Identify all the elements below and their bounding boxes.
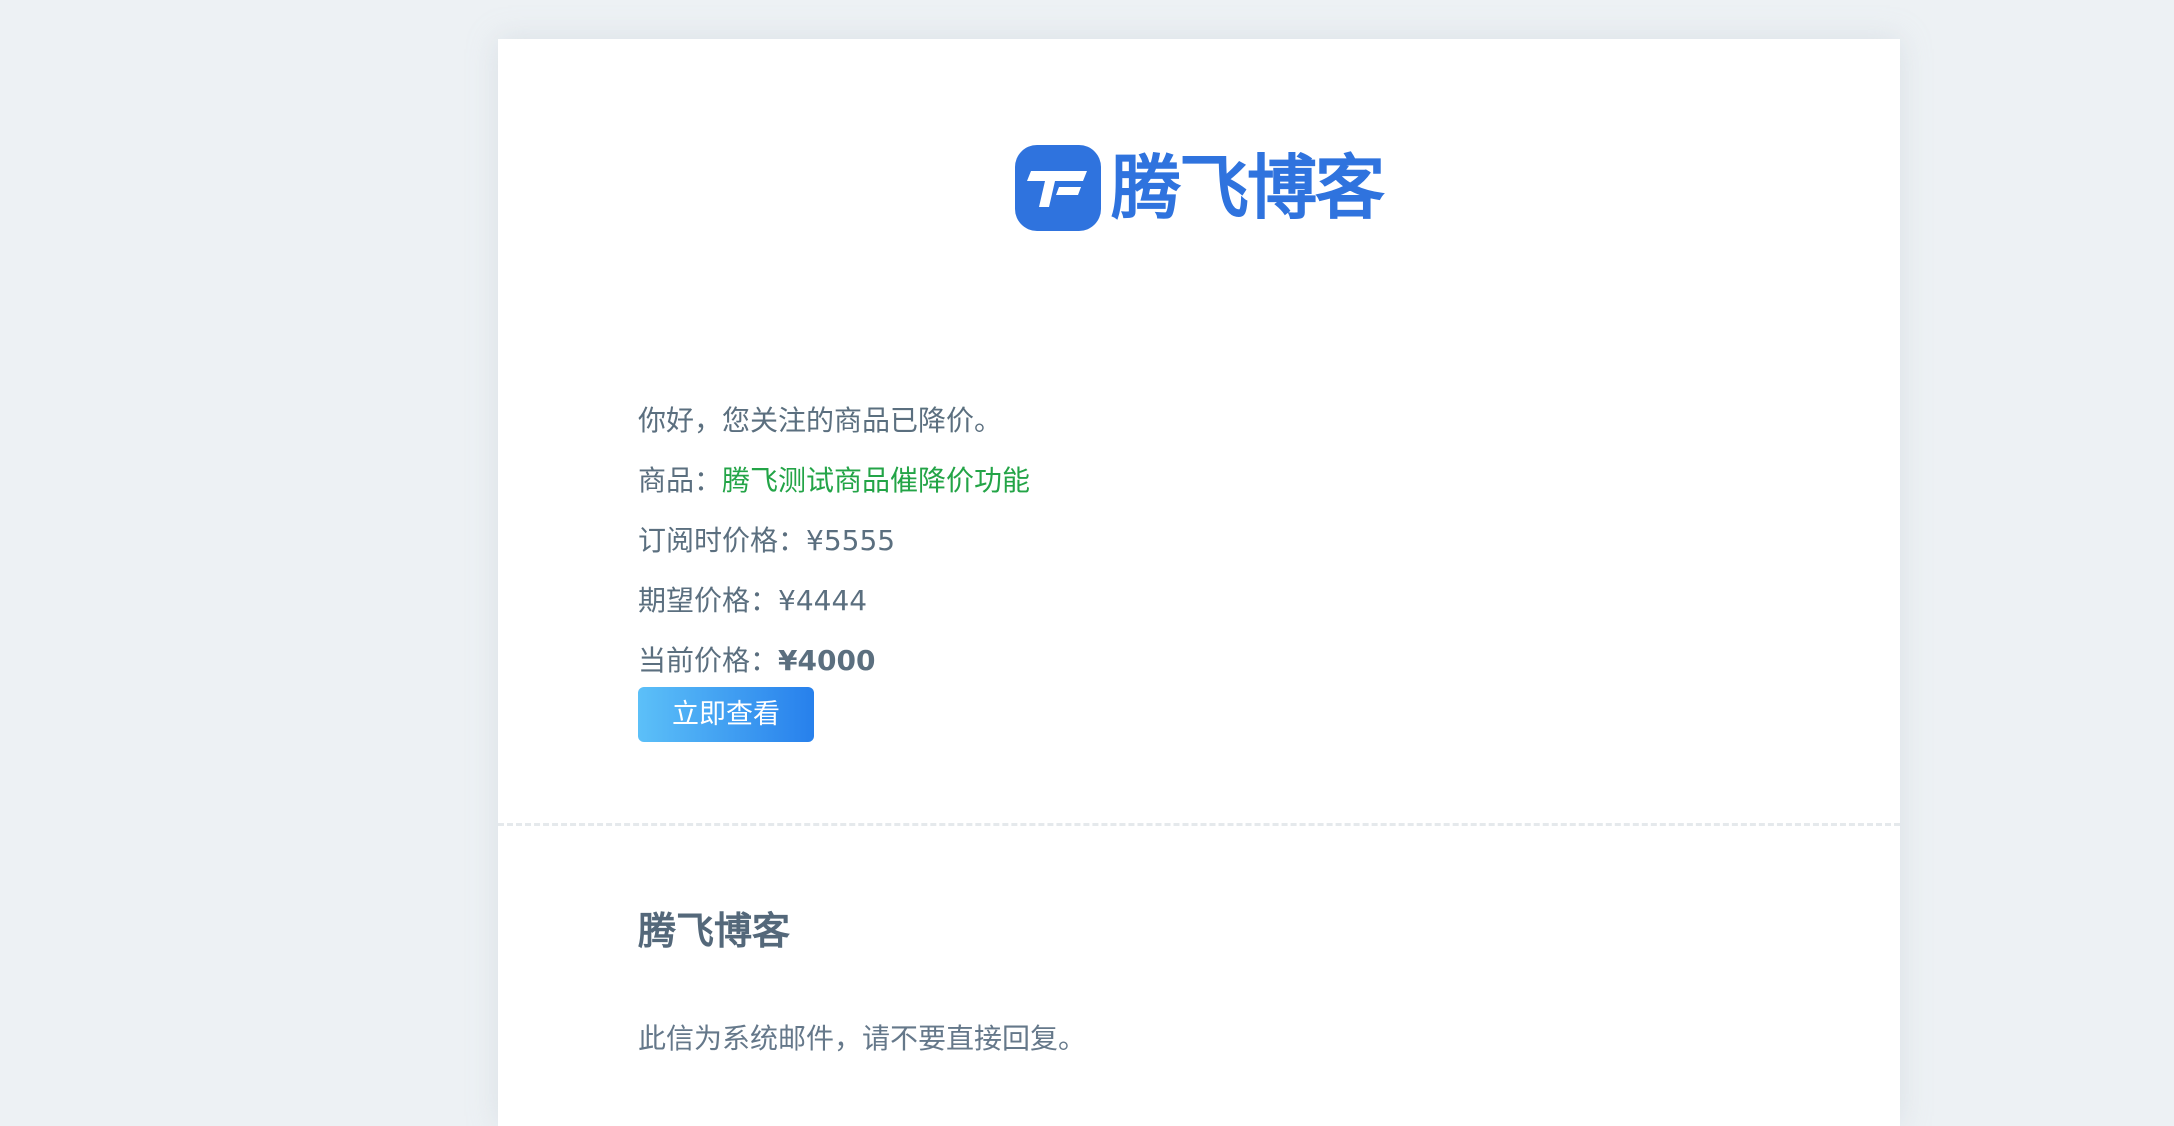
greeting-text: 你好，您关注的商品已降价。 xyxy=(638,404,1003,437)
subscribe-price-value: ¥5555 xyxy=(806,524,896,557)
expected-price-label: 期望价格： xyxy=(638,584,779,617)
brand-logo: 腾飞博客 xyxy=(1015,145,1385,231)
current-price-value: ¥4000 xyxy=(778,644,876,677)
brand-logo-icon xyxy=(1015,145,1101,231)
subscribe-price-label: 订阅时价格： xyxy=(638,524,807,557)
current-price-label: 当前价格： xyxy=(638,644,779,677)
footer-note: 此信为系统邮件，请不要直接回复。 xyxy=(638,1022,1087,1055)
product-name: 腾飞测试商品催降价功能 xyxy=(722,464,1031,497)
expected-price-value: ¥4444 xyxy=(778,584,868,617)
current-price-line: 当前价格：¥4000 xyxy=(638,641,875,681)
product-line: 商品：腾飞测试商品催降价功能 xyxy=(638,461,1030,501)
product-label: 商品： xyxy=(638,464,723,497)
subscribe-price-line: 订阅时价格：¥5555 xyxy=(638,521,895,561)
section-divider xyxy=(498,823,1900,826)
footer-title: 腾飞博客 xyxy=(638,909,791,953)
brand-logo-text: 腾飞博客 xyxy=(1111,147,1385,229)
email-card: 腾飞博客 你好，您关注的商品已降价。 商品：腾飞测试商品催降价功能 订阅时价格：… xyxy=(498,39,1900,1126)
view-now-button[interactable]: 立即查看 xyxy=(638,687,814,742)
expected-price-line: 期望价格：¥4444 xyxy=(638,581,867,621)
